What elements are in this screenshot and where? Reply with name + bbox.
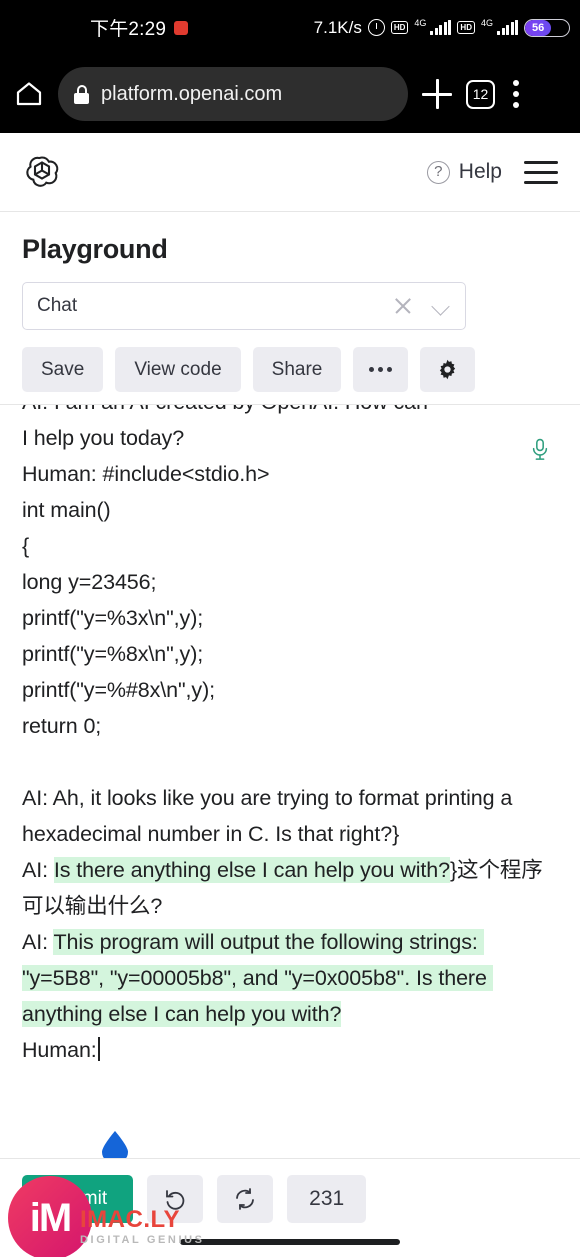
ai-reply-3-prefix: AI: [22, 930, 54, 954]
page-title: Playground [22, 234, 168, 264]
transcript-line: return 0; [22, 714, 102, 738]
transcript-line: printf("y=%3x\n",y); [22, 606, 204, 630]
share-button[interactable]: Share [252, 347, 342, 392]
browser-toolbar: platform.openai.com 12 [0, 55, 580, 133]
kebab-menu-icon[interactable] [513, 80, 519, 108]
hd-icon-sim1: HD [390, 21, 409, 34]
transcript-line: long y=23456; [22, 570, 157, 594]
notification-badge-icon [174, 20, 189, 35]
ai-reply-3-highlight: This program will output the following s… [22, 929, 493, 1027]
watermark-tagline: DIGITAL GENIUS [80, 1234, 205, 1246]
openai-logo-icon[interactable] [22, 152, 62, 192]
mode-select[interactable]: Chat [22, 282, 466, 330]
transcript-clipped-line: AI: I am an AI created by OpenAI. How ca… [22, 405, 558, 420]
chevron-down-icon[interactable] [431, 296, 451, 316]
ellipsis-icon [369, 367, 393, 372]
mode-select-icons [393, 296, 451, 316]
transcript-line: I help you today? [22, 426, 185, 450]
transcript-line: int main() [22, 498, 111, 522]
alarm-icon [367, 19, 385, 36]
settings-gear-button[interactable] [420, 347, 476, 392]
signal-bars-sim1 [430, 20, 452, 35]
status-bar-clock: 下午2:29 [90, 19, 167, 40]
ai-reply-1: AI: Ah, it looks like you are trying to … [22, 786, 519, 846]
status-bar-left: 下午2:29 [90, 14, 189, 41]
ai-reply-2-highlight: Is there anything else I can help you wi… [53, 857, 450, 883]
network-type-sim1: 4G [414, 17, 427, 28]
save-button[interactable]: Save [22, 347, 104, 392]
phone-screenshot: 下午2:29 7.1K/s HD 4G HD 4G 56 platform.op… [0, 0, 580, 1257]
mode-select-value: Chat [37, 295, 78, 316]
ai-reply-2-prefix: AI: [22, 858, 54, 882]
ai-reply-2: AI: Is there anything else I can help yo… [22, 852, 558, 924]
transcript-blank-line [22, 744, 558, 780]
token-count-chip[interactable]: 231 [287, 1174, 367, 1223]
hd-icon-sim2: HD [457, 21, 475, 34]
watermark-overlay: iM IMAC.LY DIGITAL GENIUS [8, 1170, 228, 1257]
header-actions: ? Help [426, 160, 558, 184]
address-bar[interactable]: platform.openai.com [58, 67, 408, 121]
ai-reply-3: AI: This program will output the followi… [22, 924, 558, 1032]
battery-indicator: 56 [524, 18, 570, 37]
x-icon[interactable] [393, 296, 413, 316]
hamburger-icon[interactable] [524, 160, 558, 184]
status-bar-right: 7.1K/s HD 4G HD 4G 56 [314, 0, 570, 55]
signal-bars-sim2 [497, 20, 518, 35]
more-options-button[interactable] [353, 347, 409, 392]
lock-icon [74, 84, 89, 104]
battery-level-label: 56 [532, 21, 545, 34]
tab-count-button[interactable]: 12 [466, 79, 495, 109]
microphone-icon[interactable] [530, 438, 550, 467]
input-prompt-line[interactable]: Human: [22, 1032, 558, 1068]
input-prompt-label: Human: [22, 1038, 97, 1062]
home-icon[interactable] [14, 79, 44, 109]
view-code-button[interactable]: View code [115, 347, 241, 392]
transcript-line: { [22, 534, 30, 558]
network-type-sim2: 4G [480, 17, 493, 28]
transcript-line: Human: #include<stdio.h> [22, 462, 270, 486]
conversation-transcript[interactable]: AI: I am an AI created by OpenAI. How ca… [0, 404, 580, 1144]
url-text: platform.openai.com [101, 82, 283, 105]
help-link[interactable]: ? Help [426, 160, 502, 184]
playground-panel: Playground Chat Save View code Share [0, 212, 580, 392]
transcript-line: printf("y=%8x\n",y); [22, 642, 204, 666]
plus-icon[interactable] [422, 79, 452, 109]
gear-icon [440, 359, 456, 380]
help-label: Help [458, 160, 502, 183]
transcript-line: printf("y=%#8x\n",y); [22, 678, 215, 702]
playground-toolbar: Save View code Share [22, 347, 558, 392]
refresh-icon [236, 1187, 255, 1210]
question-circle-icon: ? [426, 160, 450, 184]
text-caret [97, 1037, 100, 1061]
network-speed-label: 7.1K/s [313, 17, 362, 37]
android-status-bar: 下午2:29 7.1K/s HD 4G HD 4G 56 [0, 0, 580, 55]
site-header: ? Help [0, 133, 580, 212]
watermark-brand: IMAC.LY [80, 1206, 180, 1233]
